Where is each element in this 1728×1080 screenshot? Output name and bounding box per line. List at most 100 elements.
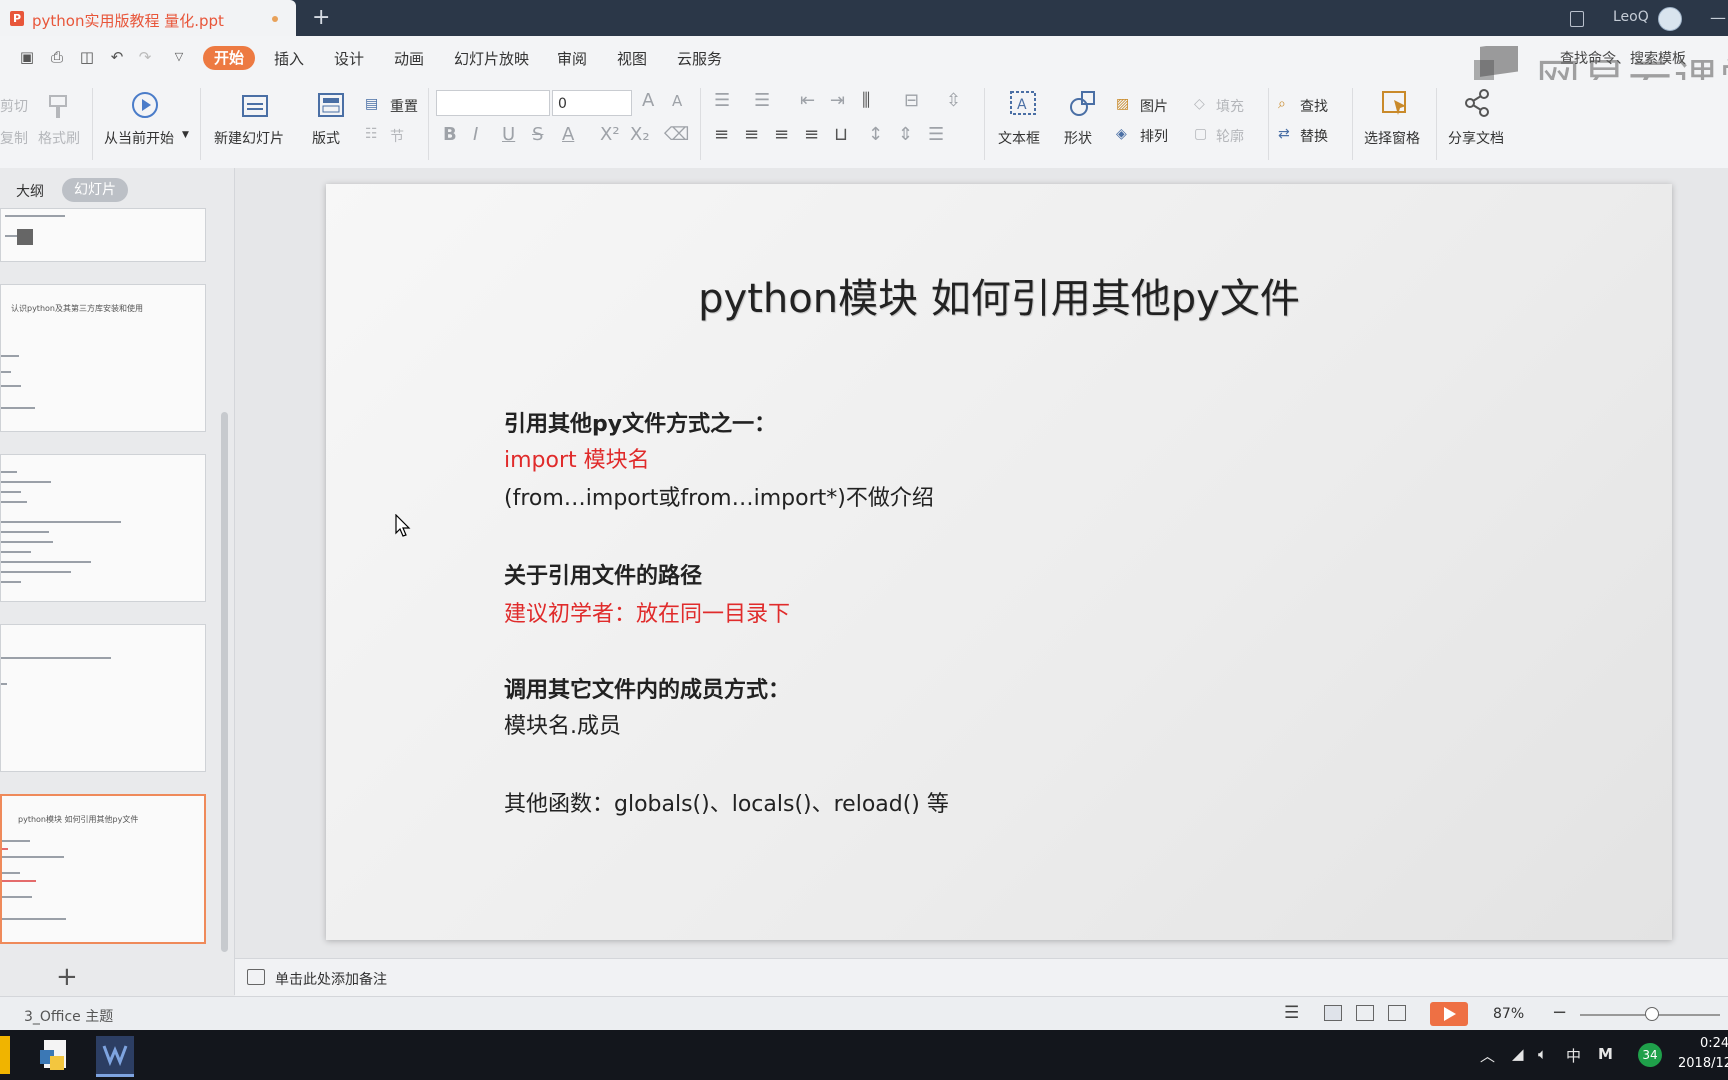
save-icon[interactable]: ▣ xyxy=(18,48,36,66)
slide-sorter-icon[interactable] xyxy=(1356,1005,1374,1021)
slides-scrollbar[interactable] xyxy=(221,412,228,952)
align-left-icon[interactable]: ≡ xyxy=(714,124,729,145)
menu-review[interactable]: 审阅 xyxy=(557,48,587,69)
bullet-list-icon[interactable]: ☰ xyxy=(714,90,730,111)
dropdown-arrow-icon[interactable]: ▼ xyxy=(182,130,189,140)
clock-date[interactable]: 2018/12 xyxy=(1678,1056,1728,1071)
clear-format-icon[interactable]: ⌫ xyxy=(664,124,689,145)
ime-indicator[interactable]: 中 xyxy=(1566,1045,1581,1066)
slide-thumbnail-4[interactable] xyxy=(0,624,206,772)
select-pane-button[interactable]: 选择窗格 xyxy=(1364,128,1420,148)
slide-thumbnail-1[interactable] xyxy=(0,208,206,262)
window-layout-icon[interactable] xyxy=(1570,11,1584,27)
clock-time[interactable]: 0:24 xyxy=(1700,1036,1728,1051)
notes-placeholder[interactable]: 单击此处添加备注 xyxy=(275,969,387,989)
columns-icon[interactable]: ⫼ xyxy=(862,90,870,111)
slide-text-line[interactable]: 关于引用文件的路径 xyxy=(504,558,702,590)
strikethrough-icon[interactable]: S xyxy=(532,124,543,145)
menu-slideshow[interactable]: 幻灯片放映 xyxy=(454,48,529,69)
decrease-indent-icon[interactable]: ⇤ xyxy=(800,90,815,111)
network-icon[interactable]: ◢ xyxy=(1512,1045,1524,1063)
zoom-level[interactable]: 87% xyxy=(1493,1006,1524,1022)
avatar[interactable] xyxy=(1658,7,1682,31)
slide-text-line[interactable]: 调用其它文件内的成员方式： xyxy=(504,672,790,704)
notes-pane[interactable]: 单击此处添加备注 xyxy=(235,958,1728,997)
slide-text-line[interactable]: import 模块名 xyxy=(504,442,650,474)
ime-mode-indicator[interactable]: M xyxy=(1598,1045,1613,1063)
font-name-select[interactable] xyxy=(436,90,550,116)
replace-button[interactable]: 替换 xyxy=(1300,126,1328,146)
bold-icon[interactable]: B xyxy=(443,124,457,145)
arrange-button[interactable]: 排列 xyxy=(1140,126,1168,146)
slide-title[interactable]: python模块 如何引用其他py文件 xyxy=(326,266,1672,324)
print-preview-icon[interactable]: ◫ xyxy=(78,48,96,66)
section-button[interactable]: 节 xyxy=(390,126,404,146)
slide-text-line[interactable]: 引用其他py文件方式之一： xyxy=(504,406,776,438)
tab-outline[interactable]: 大纲 xyxy=(16,181,44,201)
subscript-icon[interactable]: X₂ xyxy=(630,124,650,145)
slide-thumbnail-3[interactable] xyxy=(0,454,206,602)
slide-thumbnail-2[interactable]: 认识python及其第三方库安装和使用 xyxy=(0,284,206,432)
wps-taskbar-icon[interactable] xyxy=(96,1036,134,1077)
menu-start[interactable]: 开始 xyxy=(203,46,255,70)
slideshow-button[interactable] xyxy=(1430,1002,1468,1026)
align-right-icon[interactable]: ≡ xyxy=(774,124,789,145)
shape-button[interactable]: 形状 xyxy=(1064,128,1092,148)
underline-icon[interactable]: U xyxy=(502,124,515,145)
menu-insert[interactable]: 插入 xyxy=(274,48,304,69)
redo-icon[interactable]: ↷ xyxy=(136,48,154,66)
slide-text-line[interactable]: 模块名.成员 xyxy=(504,708,621,740)
slide-text-line[interactable]: 其他函数：globals()、locals()、reload() 等 xyxy=(504,786,949,818)
minimize-icon[interactable]: — xyxy=(1710,8,1726,27)
italic-icon[interactable]: I xyxy=(473,124,478,145)
slide-text-line[interactable]: (from…import或from…import*)不做介绍 xyxy=(504,480,934,512)
distribute-icon[interactable]: ⊔ xyxy=(834,124,848,145)
slide[interactable]: python模块 如何引用其他py文件 引用其他py文件方式之一： import… xyxy=(326,184,1672,940)
tab-slides[interactable]: 幻灯片 xyxy=(62,178,128,202)
zoom-out-icon[interactable]: − xyxy=(1552,1002,1567,1023)
print-icon[interactable]: ⎙ xyxy=(48,48,66,66)
align-text-icon[interactable]: ⇳ xyxy=(946,90,961,111)
format-painter-button[interactable]: 格式刷 xyxy=(38,128,80,148)
menu-cloud[interactable]: 云服务 xyxy=(677,48,722,69)
menu-animation[interactable]: 动画 xyxy=(394,48,424,69)
line-spacing-icon[interactable]: ↕ xyxy=(868,124,883,145)
normal-view-icon[interactable] xyxy=(1324,1005,1342,1021)
notes-toggle-icon[interactable]: ☰ xyxy=(1284,1003,1299,1023)
justify-icon[interactable]: ≡ xyxy=(804,124,819,145)
font-color-icon[interactable]: A xyxy=(562,124,574,145)
textbox-button[interactable]: 文本框 xyxy=(998,128,1040,148)
add-slide-button[interactable]: + xyxy=(56,962,78,992)
new-tab-button[interactable]: + xyxy=(312,6,330,30)
layout-button[interactable]: 版式 xyxy=(312,128,340,148)
share-doc-button[interactable]: 分享文档 xyxy=(1448,128,1504,148)
font-size-select[interactable]: 0 xyxy=(552,90,632,116)
copy-button[interactable]: 复制 xyxy=(0,128,28,148)
tray-badge[interactable]: 34 xyxy=(1638,1043,1662,1067)
reading-view-icon[interactable] xyxy=(1388,1005,1406,1021)
reset-button[interactable]: 重置 xyxy=(390,96,418,116)
indent-options-icon[interactable]: ☰ xyxy=(928,124,944,145)
menu-view[interactable]: 视图 xyxy=(617,48,647,69)
user-name[interactable]: LeoQ xyxy=(1613,9,1649,25)
decrease-font-icon[interactable]: A xyxy=(672,92,682,110)
find-button[interactable]: 查找 xyxy=(1300,96,1328,116)
play-from-current-button[interactable]: 从当前开始 xyxy=(104,128,174,148)
fill-button[interactable]: 填充 xyxy=(1216,96,1244,116)
numbered-list-icon[interactable]: ☰ xyxy=(754,90,770,111)
document-tab[interactable]: P python实用版教程 量化.ppt xyxy=(0,0,296,36)
increase-font-icon[interactable]: A xyxy=(642,90,654,111)
slide-text-line[interactable]: 建议初学者：放在同一目录下 xyxy=(504,596,790,628)
outline-button[interactable]: 轮廓 xyxy=(1216,126,1244,146)
undo-icon[interactable]: ↶ xyxy=(108,48,126,66)
file-explorer-icon[interactable] xyxy=(0,1036,10,1074)
customize-dropdown-icon[interactable]: ▽ xyxy=(170,48,188,66)
align-center-icon[interactable]: ≡ xyxy=(744,124,759,145)
increase-indent-icon[interactable]: ⇥ xyxy=(830,90,845,111)
text-direction-icon[interactable]: ⊟ xyxy=(904,90,919,111)
cut-button[interactable]: 剪切 xyxy=(0,96,28,116)
tray-chevron-icon[interactable]: ︿ xyxy=(1480,1045,1495,1066)
zoom-slider-handle[interactable] xyxy=(1645,1007,1659,1021)
new-slide-button[interactable]: 新建幻灯片 xyxy=(214,128,284,148)
python-file-icon[interactable] xyxy=(36,1036,74,1074)
